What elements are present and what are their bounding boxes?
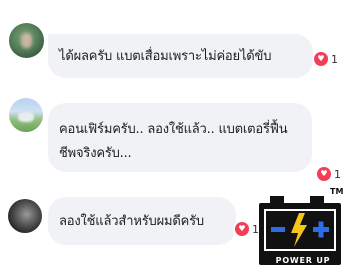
comment-text: ลองใช้แล้วสำหรับผมดีครับ [59, 214, 204, 229]
comment-text: ชีพจริงครับ... [59, 146, 132, 161]
avatar[interactable] [9, 23, 44, 58]
avatar[interactable] [9, 98, 43, 132]
reaction-badge[interactable]: ♥ 1 [317, 166, 341, 182]
reaction-badge[interactable]: ♥ 1 [314, 51, 338, 67]
comment-text: ได้ผลครับ แบตเสื่อมเพราะไม่ค่อยได้ขับ [59, 49, 272, 64]
heart-icon: ♥ [314, 52, 328, 66]
comment-thread: ได้ผลครับ แบตเสื่อมเพราะไม่ค่อยได้ขับ ♥ … [0, 0, 350, 268]
heart-icon: ♥ [317, 167, 331, 181]
trademark-label: TM [330, 187, 344, 196]
comment-text: คอนเฟิร์มครับ.. ลองใช้แล้ว.. แบตเตอรี่ฟื… [59, 122, 288, 137]
reaction-count: 1 [331, 52, 338, 66]
reaction-count: 1 [334, 167, 341, 181]
avatar[interactable] [8, 199, 42, 233]
logo-text: POWER UP [275, 256, 331, 265]
heart-icon: ♥ [235, 222, 249, 236]
